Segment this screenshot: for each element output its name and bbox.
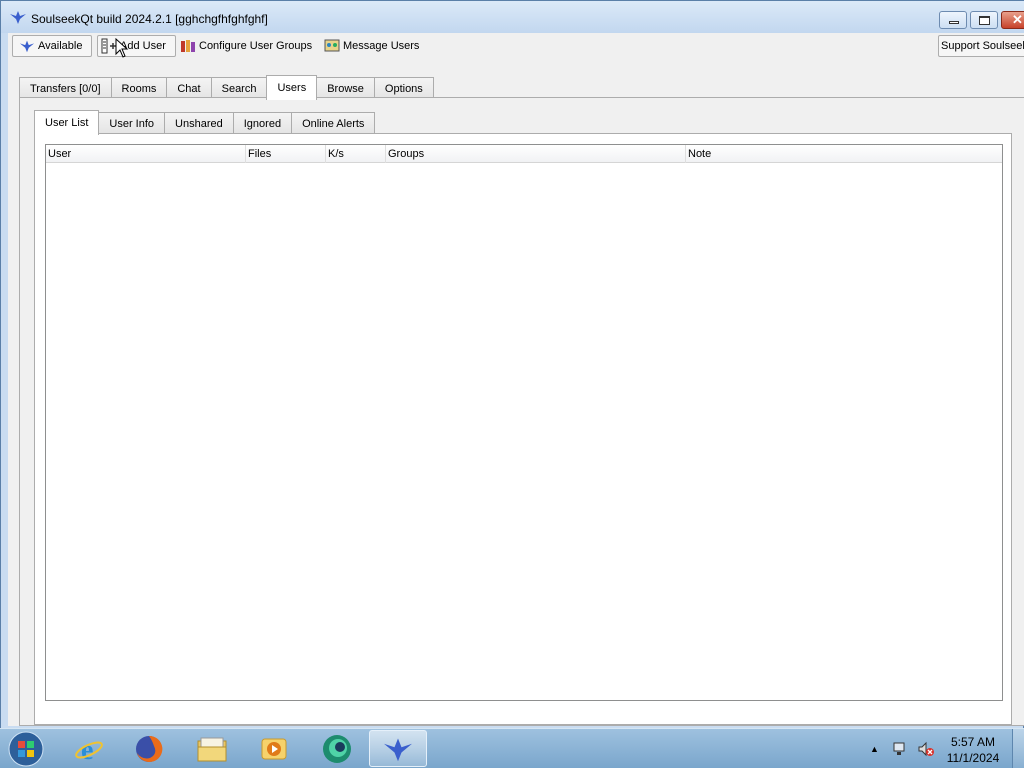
tab-chat[interactable]: Chat bbox=[166, 77, 212, 99]
status-label: Available bbox=[38, 40, 83, 52]
minimize-button[interactable] bbox=[939, 11, 967, 29]
subtab-unshared[interactable]: Unshared bbox=[164, 112, 234, 134]
tab-browse[interactable]: Browse bbox=[316, 77, 375, 99]
title-bar[interactable]: SoulseekQt build 2024.2.1 [gghchgfhfghfg… bbox=[1, 1, 1024, 33]
client-area: Available Add User Configure User Groups bbox=[8, 33, 1024, 726]
soulseek-bird-icon bbox=[384, 738, 412, 761]
table-header: User Files K/s Groups Note bbox=[46, 145, 1002, 163]
mouse-cursor-icon bbox=[115, 38, 129, 58]
users-tab-pane: User List User Info Unshared Ignored Onl… bbox=[19, 97, 1024, 726]
globe-app-icon bbox=[323, 734, 351, 763]
column-header-files[interactable]: Files bbox=[246, 145, 326, 163]
clock-date: 11/1/2024 bbox=[946, 751, 1000, 765]
tab-rooms[interactable]: Rooms bbox=[110, 77, 168, 99]
add-user-button[interactable]: Add User bbox=[97, 35, 176, 57]
windows-orb-icon bbox=[8, 731, 44, 767]
column-header-groups[interactable]: Groups bbox=[386, 145, 686, 163]
subtab-user-list[interactable]: User List bbox=[34, 110, 100, 135]
soulseek-bird-icon bbox=[19, 40, 35, 53]
internet-explorer-icon: e bbox=[75, 735, 103, 764]
app-window: SoulseekQt build 2024.2.1 [gghchgfhfghfg… bbox=[0, 0, 1024, 729]
subtab-user-info[interactable]: User Info bbox=[98, 112, 166, 134]
message-users-label: Message Users bbox=[343, 40, 420, 52]
soulseek-bird-icon bbox=[10, 11, 26, 24]
configure-user-groups-button[interactable]: Configure User Groups bbox=[180, 35, 312, 57]
user-groups-icon bbox=[181, 40, 195, 52]
start-button[interactable] bbox=[6, 730, 46, 768]
maximize-button[interactable] bbox=[970, 11, 998, 29]
taskbar-file-explorer[interactable] bbox=[183, 730, 241, 767]
taskbar-media-player[interactable] bbox=[245, 730, 303, 767]
configure-user-groups-label: Configure User Groups bbox=[199, 40, 313, 52]
window-title: SoulseekQt build 2024.2.1 [gghchgfhfghfg… bbox=[31, 12, 268, 26]
subtab-ignored[interactable]: Ignored bbox=[232, 112, 293, 134]
clock-time: 5:57 AM bbox=[950, 735, 996, 749]
system-tray: ▲ bbox=[866, 729, 935, 768]
column-header-ks[interactable]: K/s bbox=[326, 145, 386, 163]
support-soulseek-button[interactable]: Support Soulseek bbox=[938, 35, 1024, 57]
media-player-icon bbox=[261, 738, 287, 759]
tab-options[interactable]: Options bbox=[373, 77, 434, 99]
volume-muted-icon[interactable] bbox=[917, 741, 935, 757]
column-header-note[interactable]: Note bbox=[686, 145, 1002, 163]
tab-transfers[interactable]: Transfers [0/0] bbox=[19, 77, 112, 99]
user-list-table[interactable]: User Files K/s Groups Note bbox=[45, 144, 1003, 701]
users-subtab-bar: User List User Info Unshared Ignored Onl… bbox=[34, 110, 376, 135]
firefox-icon bbox=[136, 735, 163, 762]
close-button[interactable]: ✕ bbox=[1001, 11, 1024, 29]
network-icon[interactable] bbox=[891, 741, 909, 757]
support-soulseek-label: Support Soulseek bbox=[941, 40, 1024, 52]
show-hidden-icons-icon[interactable]: ▲ bbox=[870, 744, 879, 754]
show-desktop-button[interactable] bbox=[1012, 729, 1024, 768]
user-list-pane: User Files K/s Groups Note bbox=[34, 133, 1012, 725]
taskbar-clock[interactable]: 5:57 AM 11/1/2024 bbox=[940, 734, 1006, 766]
tab-search[interactable]: Search bbox=[210, 77, 268, 99]
message-users-icon bbox=[324, 39, 340, 52]
tab-users[interactable]: Users bbox=[266, 75, 318, 100]
subtab-online-alerts[interactable]: Online Alerts bbox=[291, 112, 376, 134]
taskbar-internet-explorer[interactable]: e bbox=[60, 730, 118, 767]
column-header-user[interactable]: User bbox=[46, 145, 246, 163]
taskbar-firefox[interactable] bbox=[120, 730, 178, 767]
taskbar-browser-globe[interactable] bbox=[308, 730, 366, 767]
taskbar: e ▲ 5:57 AM 11/1/2024 bbox=[0, 728, 1024, 768]
folder-icon bbox=[197, 737, 227, 761]
main-tab-bar: Transfers [0/0] Rooms Chat Search Users … bbox=[19, 75, 434, 100]
taskbar-soulseek[interactable] bbox=[369, 730, 427, 767]
svg-text:e: e bbox=[81, 735, 93, 764]
status-button[interactable]: Available bbox=[12, 35, 92, 57]
message-users-button[interactable]: Message Users bbox=[324, 35, 419, 57]
